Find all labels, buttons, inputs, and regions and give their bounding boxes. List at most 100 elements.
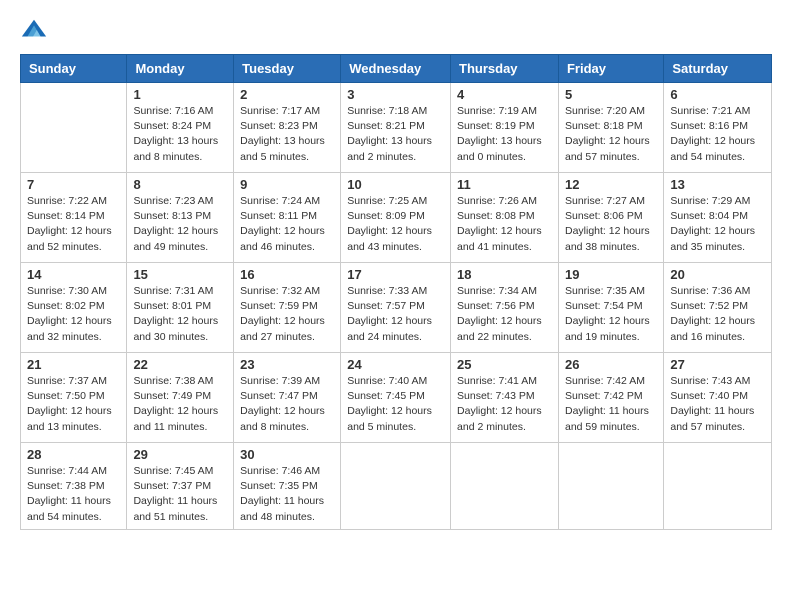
calendar-cell — [451, 443, 559, 530]
day-info: Sunrise: 7:23 AMSunset: 8:13 PMDaylight:… — [133, 194, 227, 255]
calendar-cell: 26 Sunrise: 7:42 AMSunset: 7:42 PMDayligh… — [558, 353, 663, 443]
day-number: 20 — [670, 267, 765, 282]
day-info: Sunrise: 7:21 AMSunset: 8:16 PMDaylight:… — [670, 104, 765, 165]
day-of-week-monday: Monday — [127, 55, 234, 83]
day-info: Sunrise: 7:38 AMSunset: 7:49 PMDaylight:… — [133, 374, 227, 435]
day-of-week-thursday: Thursday — [451, 55, 559, 83]
day-number: 28 — [27, 447, 120, 462]
calendar-cell — [341, 443, 451, 530]
day-number: 19 — [565, 267, 657, 282]
calendar-cell: 17Sunrise: 7:33 AMSunset: 7:57 PMDayligh… — [341, 263, 451, 353]
day-info: Sunrise: 7:32 AMSunset: 7:59 PMDaylight:… — [240, 284, 334, 345]
day-number: 11 — [457, 177, 552, 192]
day-number: 4 — [457, 87, 552, 102]
calendar-body: 1 Sunrise: 7:16 AMSunset: 8:24 PMDaylight… — [21, 83, 772, 530]
day-number: 15 — [133, 267, 227, 282]
calendar-cell: 24Sunrise: 7:40 AMSunset: 7:45 PMDayligh… — [341, 353, 451, 443]
day-number: 23 — [240, 357, 334, 372]
day-info: Sunrise: 7:34 AMSunset: 7:56 PMDaylight:… — [457, 284, 552, 345]
day-number: 2 — [240, 87, 334, 102]
week-row-4: 21 Sunrise: 7:37 AMSunset: 7:50 PMDayligh… — [21, 353, 772, 443]
calendar-cell: 23 Sunrise: 7:39 AMSunset: 7:47 PMDayligh… — [234, 353, 341, 443]
day-of-week-tuesday: Tuesday — [234, 55, 341, 83]
day-number: 7 — [27, 177, 120, 192]
week-row-2: 7 Sunrise: 7:22 AMSunset: 8:14 PMDaylight… — [21, 173, 772, 263]
day-number: 22 — [133, 357, 227, 372]
day-info: Sunrise: 7:22 AMSunset: 8:14 PMDaylight:… — [27, 194, 120, 255]
calendar-cell: 4Sunrise: 7:19 AMSunset: 8:19 PMDaylight… — [451, 83, 559, 173]
calendar-cell: 29 Sunrise: 7:45 AMSunset: 7:37 PMDayligh… — [127, 443, 234, 530]
day-info: Sunrise: 7:43 AMSunset: 7:40 PMDaylight:… — [670, 374, 765, 435]
day-info: Sunrise: 7:18 AMSunset: 8:21 PMDaylight:… — [347, 104, 444, 165]
day-info: Sunrise: 7:17 AMSunset: 8:23 PMDaylight:… — [240, 104, 334, 165]
day-info: Sunrise: 7:24 AMSunset: 8:11 PMDaylight:… — [240, 194, 334, 255]
calendar-cell: 15Sunrise: 7:31 AMSunset: 8:01 PMDayligh… — [127, 263, 234, 353]
calendar-cell — [21, 83, 127, 173]
day-info: Sunrise: 7:36 AMSunset: 7:52 PMDaylight:… — [670, 284, 765, 345]
day-number: 13 — [670, 177, 765, 192]
day-number: 14 — [27, 267, 120, 282]
calendar-cell: 16Sunrise: 7:32 AMSunset: 7:59 PMDayligh… — [234, 263, 341, 353]
day-info: Sunrise: 7:30 AMSunset: 8:02 PMDaylight:… — [27, 284, 120, 345]
calendar-cell: 2 Sunrise: 7:17 AMSunset: 8:23 PMDaylight… — [234, 83, 341, 173]
calendar-cell — [664, 443, 772, 530]
calendar-cell: 25 Sunrise: 7:41 AMSunset: 7:43 PMDayligh… — [451, 353, 559, 443]
day-info: Sunrise: 7:25 AMSunset: 8:09 PMDaylight:… — [347, 194, 444, 255]
day-number: 18 — [457, 267, 552, 282]
logo — [20, 16, 52, 44]
days-of-week-row: SundayMondayTuesdayWednesdayThursdayFrid… — [21, 55, 772, 83]
day-number: 17 — [347, 267, 444, 282]
day-of-week-wednesday: Wednesday — [341, 55, 451, 83]
page: SundayMondayTuesdayWednesdayThursdayFrid… — [0, 0, 792, 612]
day-number: 10 — [347, 177, 444, 192]
day-number: 21 — [27, 357, 120, 372]
day-number: 9 — [240, 177, 334, 192]
calendar-cell: 12 Sunrise: 7:27 AMSunset: 8:06 PMDayligh… — [558, 173, 663, 263]
day-info: Sunrise: 7:16 AMSunset: 8:24 PMDaylight:… — [133, 104, 227, 165]
day-info: Sunrise: 7:45 AMSunset: 7:37 PMDaylight:… — [133, 464, 227, 525]
calendar-cell: 21 Sunrise: 7:37 AMSunset: 7:50 PMDayligh… — [21, 353, 127, 443]
day-info: Sunrise: 7:44 AMSunset: 7:38 PMDaylight:… — [27, 464, 120, 525]
calendar-cell: 27Sunrise: 7:43 AMSunset: 7:40 PMDayligh… — [664, 353, 772, 443]
day-number: 3 — [347, 87, 444, 102]
week-row-5: 28 Sunrise: 7:44 AMSunset: 7:38 PMDayligh… — [21, 443, 772, 530]
day-of-week-friday: Friday — [558, 55, 663, 83]
day-info: Sunrise: 7:42 AMSunset: 7:42 PMDaylight:… — [565, 374, 657, 435]
day-number: 8 — [133, 177, 227, 192]
calendar-cell: 11Sunrise: 7:26 AMSunset: 8:08 PMDayligh… — [451, 173, 559, 263]
logo-icon — [20, 16, 48, 44]
day-number: 29 — [133, 447, 227, 462]
calendar-cell — [558, 443, 663, 530]
day-info: Sunrise: 7:29 AMSunset: 8:04 PMDaylight:… — [670, 194, 765, 255]
calendar-cell: 3 Sunrise: 7:18 AMSunset: 8:21 PMDaylight… — [341, 83, 451, 173]
day-number: 12 — [565, 177, 657, 192]
calendar-cell: 20 Sunrise: 7:36 AMSunset: 7:52 PMDayligh… — [664, 263, 772, 353]
day-info: Sunrise: 7:39 AMSunset: 7:47 PMDaylight:… — [240, 374, 334, 435]
day-number: 6 — [670, 87, 765, 102]
calendar-cell: 14 Sunrise: 7:30 AMSunset: 8:02 PMDayligh… — [21, 263, 127, 353]
calendar-cell: 9 Sunrise: 7:24 AMSunset: 8:11 PMDaylight… — [234, 173, 341, 263]
day-of-week-sunday: Sunday — [21, 55, 127, 83]
day-info: Sunrise: 7:37 AMSunset: 7:50 PMDaylight:… — [27, 374, 120, 435]
calendar-cell: 10 Sunrise: 7:25 AMSunset: 8:09 PMDayligh… — [341, 173, 451, 263]
calendar-cell: 6 Sunrise: 7:21 AMSunset: 8:16 PMDaylight… — [664, 83, 772, 173]
day-info: Sunrise: 7:41 AMSunset: 7:43 PMDaylight:… — [457, 374, 552, 435]
day-info: Sunrise: 7:27 AMSunset: 8:06 PMDaylight:… — [565, 194, 657, 255]
day-info: Sunrise: 7:35 AMSunset: 7:54 PMDaylight:… — [565, 284, 657, 345]
week-row-1: 1 Sunrise: 7:16 AMSunset: 8:24 PMDaylight… — [21, 83, 772, 173]
day-info: Sunrise: 7:46 AMSunset: 7:35 PMDaylight:… — [240, 464, 334, 525]
calendar-cell: 28 Sunrise: 7:44 AMSunset: 7:38 PMDayligh… — [21, 443, 127, 530]
week-row-3: 14 Sunrise: 7:30 AMSunset: 8:02 PMDayligh… — [21, 263, 772, 353]
calendar-cell: 18 Sunrise: 7:34 AMSunset: 7:56 PMDayligh… — [451, 263, 559, 353]
day-number: 25 — [457, 357, 552, 372]
day-info: Sunrise: 7:40 AMSunset: 7:45 PMDaylight:… — [347, 374, 444, 435]
day-of-week-saturday: Saturday — [664, 55, 772, 83]
calendar-cell: 5Sunrise: 7:20 AMSunset: 8:18 PMDaylight… — [558, 83, 663, 173]
calendar-cell: 22 Sunrise: 7:38 AMSunset: 7:49 PMDayligh… — [127, 353, 234, 443]
calendar-cell: 30Sunrise: 7:46 AMSunset: 7:35 PMDayligh… — [234, 443, 341, 530]
calendar-cell: 19 Sunrise: 7:35 AMSunset: 7:54 PMDayligh… — [558, 263, 663, 353]
day-number: 1 — [133, 87, 227, 102]
day-number: 26 — [565, 357, 657, 372]
calendar-cell: 8 Sunrise: 7:23 AMSunset: 8:13 PMDaylight… — [127, 173, 234, 263]
day-number: 5 — [565, 87, 657, 102]
